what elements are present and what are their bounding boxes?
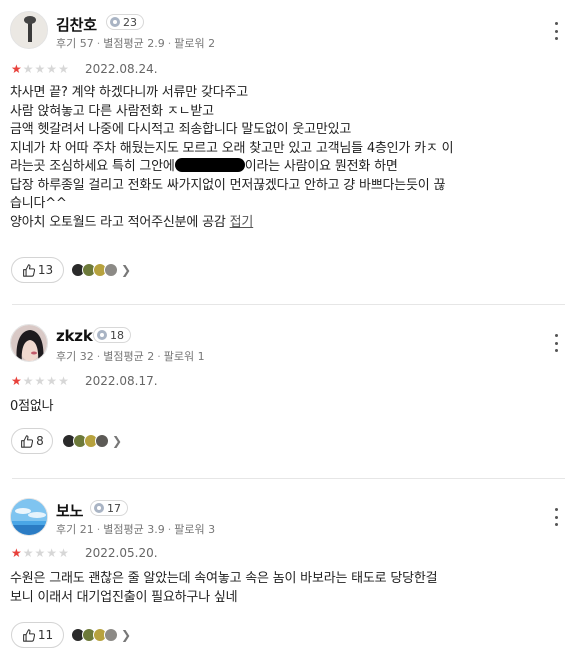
star-icon: ★ [22, 62, 34, 76]
chevron-right-icon: ❯ [121, 263, 132, 277]
chevron-right-icon: ❯ [112, 434, 123, 448]
star-rating: ★ ★ ★ ★ ★ [11, 374, 69, 388]
level-badge: 18 [93, 327, 131, 343]
censored-name [174, 158, 245, 172]
avatar[interactable] [10, 324, 48, 362]
review-line: 보니 이래서 대기업진출이 필요하구나 싶네 [10, 589, 238, 605]
review-text: 차사면 끝? 계약 하겠다니까 서류만 갖다주고 사람 앉혀놓고 다른 사람전화… [10, 84, 568, 232]
review-line: 금액 헷갈려서 나중에 다시적고 죄송합니다 말도없이 웃고만있고 [10, 122, 352, 137]
review-count: 후기 21 [56, 523, 94, 536]
review-line: 수원은 그래도 괜찮은 줄 알았는데 속여놓고 속은 놈이 바보라는 태도로 당… [10, 571, 438, 586]
review-count: 후기 57 [56, 37, 94, 50]
follower-count: 팔로워 3 [174, 523, 216, 536]
like-count: 13 [37, 263, 54, 277]
star-icon: ★ [11, 546, 22, 560]
liker-avatar [95, 434, 109, 448]
star-icon: ★ [58, 374, 69, 388]
liker-avatars[interactable]: ❯ [71, 263, 131, 277]
author-meta: 후기 32 · 별점평균 2 · 팔로워 1 [56, 350, 205, 363]
review-date: 2022.08.17. [85, 374, 158, 388]
author-meta: 후기 57 · 별점평균 2.9 · 팔로워 2 [56, 37, 216, 50]
star-icon: ★ [46, 62, 58, 76]
author-name[interactable]: 보노 [56, 500, 83, 521]
like-count: 11 [37, 628, 54, 642]
more-options-icon[interactable] [551, 22, 561, 40]
author-name[interactable]: 김찬호 [56, 14, 97, 35]
rating-average: 별점평균 3.9 [103, 523, 165, 536]
level-badge: 17 [90, 500, 128, 516]
fold-link[interactable]: 접기 [230, 215, 254, 230]
chevron-right-icon: ❯ [121, 628, 132, 642]
review-line: 사람 앉혀놓고 다른 사람전화 ㅈㄴ받고 [10, 103, 214, 119]
author-meta: 후기 21 · 별점평균 3.9 · 팔로워 3 [56, 523, 216, 536]
review-line: 라는곳 조심하세요 특히 그안에 이라는 사람이요 뭔전화 하면 [10, 158, 398, 174]
level-value: 18 [110, 328, 124, 342]
thumbs-up-icon [22, 628, 35, 642]
avatar-image [11, 325, 47, 361]
level-icon [94, 503, 104, 513]
like-button[interactable]: 11 [11, 622, 64, 648]
review-date: 2022.05.20. [85, 546, 158, 560]
liker-avatars[interactable]: ❯ [62, 434, 122, 448]
star-icon: ★ [46, 374, 58, 388]
review-line: 0점없나 [10, 399, 54, 414]
level-icon [97, 330, 107, 340]
review-line: 차사면 끝? 계약 하겠다니까 서류만 갖다주고 [10, 85, 249, 100]
level-badge: 23 [106, 14, 144, 30]
more-options-icon[interactable] [551, 508, 561, 526]
like-button[interactable]: 8 [11, 428, 53, 454]
like-count: 8 [36, 434, 44, 448]
level-value: 23 [123, 15, 137, 29]
star-icon: ★ [34, 62, 46, 76]
level-value: 17 [107, 501, 121, 515]
liker-avatar [104, 628, 118, 642]
star-icon: ★ [34, 374, 46, 388]
more-options-icon[interactable] [551, 334, 561, 352]
follower-count: 팔로워 2 [174, 37, 216, 50]
thumbs-up-icon [21, 434, 34, 448]
like-button[interactable]: 13 [11, 257, 64, 283]
star-rating: ★ ★ ★ ★ ★ [11, 62, 69, 76]
star-icon: ★ [11, 62, 22, 76]
star-icon: ★ [58, 546, 69, 560]
review-text: 0점없나 [10, 398, 568, 417]
author-name[interactable]: zkzk [56, 327, 93, 345]
star-icon: ★ [11, 374, 22, 388]
rating-average: 별점평균 2.9 [103, 37, 165, 50]
star-icon: ★ [22, 546, 34, 560]
star-icon: ★ [46, 546, 58, 560]
review-line: 양아치 오토월드 라고 적어주신분에 공감 접기 [10, 214, 254, 230]
liker-avatar [104, 263, 118, 277]
star-icon: ★ [34, 546, 46, 560]
review-item: 김찬호 23 후기 57 · 별점평균 2.9 · 팔로워 2 ★ ★ ★ ★ ★ 20… [0, 0, 577, 300]
liker-avatars[interactable]: ❯ [71, 628, 131, 642]
avatar[interactable] [10, 498, 48, 536]
avatar[interactable] [10, 11, 48, 49]
star-icon: ★ [22, 374, 34, 388]
review-line: 지네가 차 어따 주차 해뒀는지도 모르고 오래 찾고만 있고 고객님들 4층인… [10, 140, 454, 156]
review-item: 보노 17 후기 21 · 별점평균 3.9 · 팔로워 3 ★ ★ ★ ★ ★ 202… [0, 479, 577, 672]
avatar-image [11, 12, 47, 48]
review-count: 후기 32 [56, 350, 94, 363]
follower-count: 팔로워 1 [163, 350, 205, 363]
review-date: 2022.08.24. [85, 62, 158, 76]
star-rating: ★ ★ ★ ★ ★ [11, 546, 69, 560]
rating-average: 별점평균 2 [103, 350, 155, 363]
level-icon [110, 17, 120, 27]
review-item: zkzk 18 후기 32 · 별점평균 2 · 팔로워 1 ★ ★ ★ ★ ★ 202… [0, 305, 577, 480]
star-icon: ★ [58, 62, 69, 76]
review-line: 답장 하루종일 걸리고 전화도 싸가지없이 먼저끊겠다고 안하고 걍 바쁘다는듯… [10, 177, 446, 193]
thumbs-up-icon [22, 263, 35, 277]
avatar-image [11, 499, 47, 535]
review-text: 수원은 그래도 괜찮은 줄 알았는데 속여놓고 속은 놈이 바보라는 태도로 당… [10, 570, 568, 607]
review-line: 습니다^^ [10, 196, 67, 211]
